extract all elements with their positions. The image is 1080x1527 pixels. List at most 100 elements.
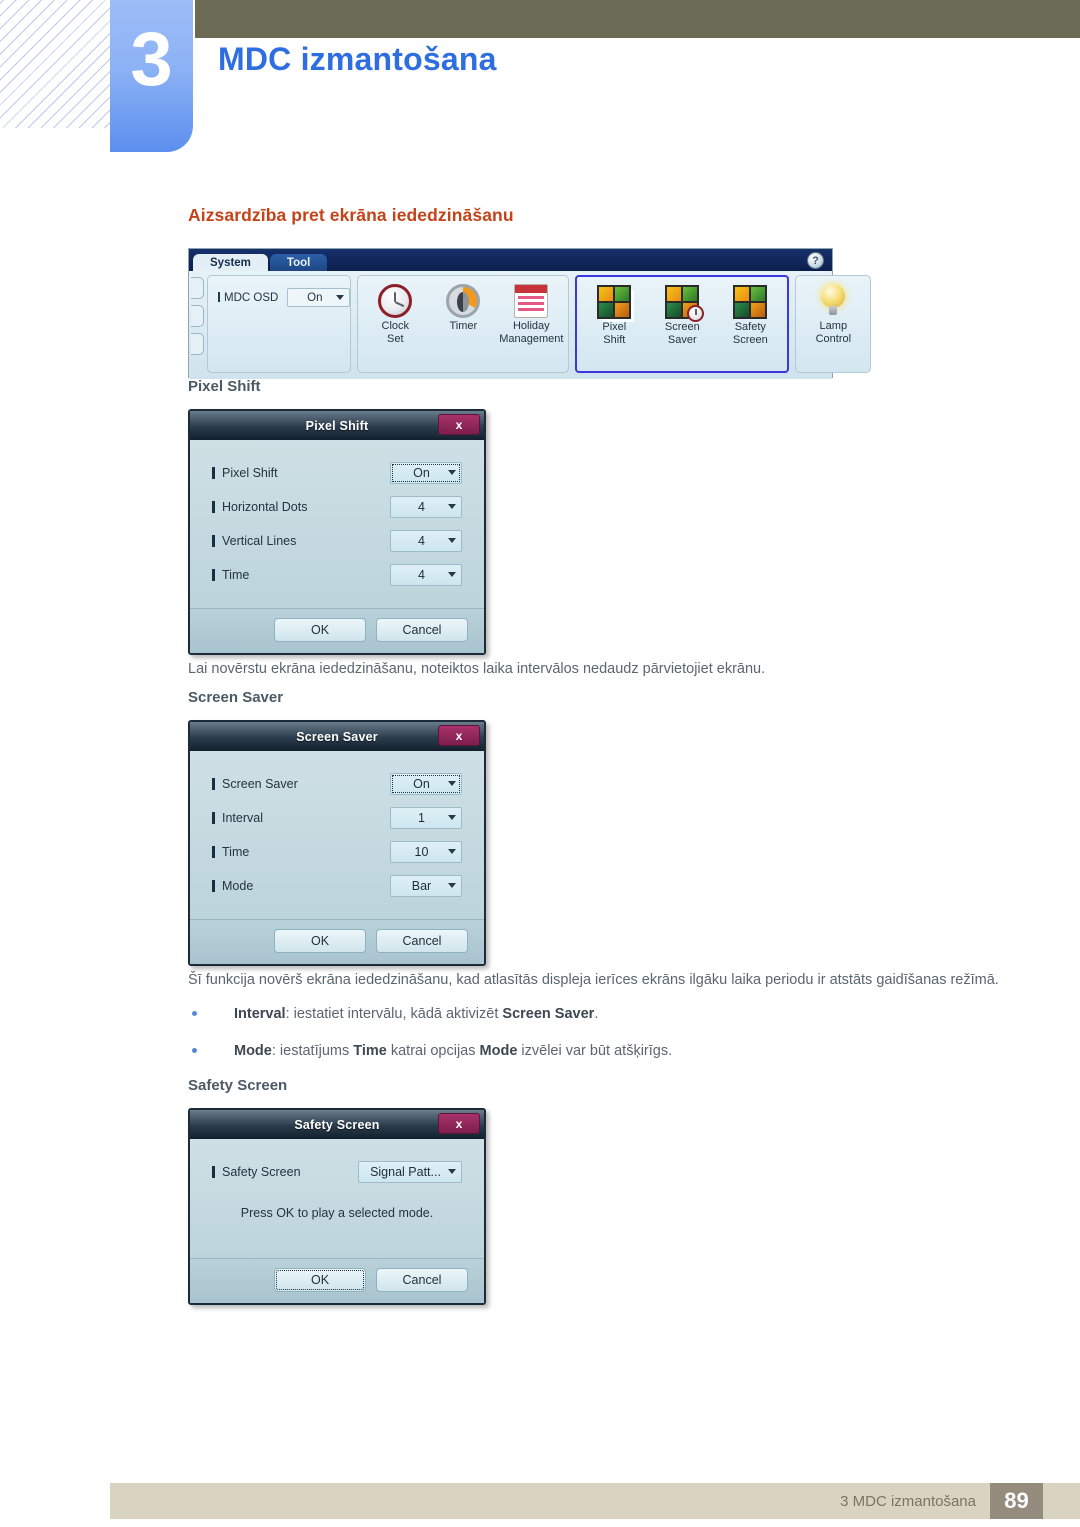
toolbar-item-label: Timer xyxy=(449,320,478,332)
paragraph-screen-saver: Šī funkcija novērš ekrāna iededzināšanu,… xyxy=(188,972,999,989)
chevron-down-icon xyxy=(448,504,456,509)
row-pixel-shift: Pixel Shift On xyxy=(212,460,462,485)
header-olive-bar xyxy=(195,0,1080,38)
chevron-down-icon xyxy=(448,470,456,475)
toolbar-item-screen-saver[interactable]: Screen Saver xyxy=(649,282,715,346)
dialog-title: Safety Screen xyxy=(294,1117,380,1132)
mdc-osd-row: MDC OSD On xyxy=(218,288,351,307)
bullet-text-interval: Interval: iestatiet intervālu, kādā akti… xyxy=(234,1005,599,1022)
toolbar-item-timer[interactable]: Timer xyxy=(430,281,496,333)
chevron-down-icon xyxy=(448,1169,456,1175)
group-lamp-control: Lamp Control xyxy=(795,275,872,373)
dropdown-value: On xyxy=(413,465,430,480)
clock-overlay-icon xyxy=(687,305,705,322)
dropdown-screen-saver[interactable]: On xyxy=(390,772,462,795)
dropdown-time[interactable]: 4 xyxy=(390,563,462,586)
bullet-text-mode: Mode: iestatījums Time katrai opcijas Mo… xyxy=(234,1043,673,1059)
field-label: Vertical Lines xyxy=(212,534,296,548)
dropdown-value: 4 xyxy=(418,499,425,514)
dropdown-vertical-lines[interactable]: 4 xyxy=(390,529,462,552)
dropdown-value: 1 xyxy=(418,810,425,825)
toolbar-item-label: Pixel Shift xyxy=(602,321,627,346)
dialog-titlebar: Safety Screen x xyxy=(190,1110,484,1140)
lamp-icons: Lamp Control xyxy=(796,276,870,345)
subheading-screen-saver: Screen Saver xyxy=(188,689,284,707)
page-footer: 3 MDC izmantošana 89 xyxy=(110,1483,1080,1519)
dialog-footer: OK Cancel xyxy=(190,919,484,965)
clipped-left-panel xyxy=(191,277,204,365)
clock-icon xyxy=(378,284,413,318)
dialog-footer: OK Cancel xyxy=(190,608,484,653)
dropdown-value: 4 xyxy=(418,567,425,582)
row-safety-screen: Safety Screen Signal Patt... xyxy=(212,1159,462,1184)
mdc-titlebar: System Tool ? xyxy=(189,249,832,273)
ok-button[interactable]: OK xyxy=(274,1268,366,1293)
dialog-body: Screen Saver On Interval 1 Time 10 Mode … xyxy=(190,751,484,920)
dialog-pixel-shift: Pixel Shift x Pixel Shift On Horizontal … xyxy=(188,409,486,655)
close-icon[interactable]: x xyxy=(438,725,480,747)
screen-protection-icons: Pixel Shift Screen Saver Safety Screen xyxy=(577,277,787,346)
chevron-down-icon xyxy=(448,572,456,577)
dialog-body: Safety Screen Signal Patt... Press OK to… xyxy=(190,1139,484,1259)
field-label: Horizontal Dots xyxy=(212,500,307,514)
list-item: Interval: iestatiet intervālu, kādā akti… xyxy=(188,1003,1016,1025)
close-icon[interactable]: x xyxy=(438,1113,480,1135)
toolbar-item-clock-set[interactable]: Clock Set xyxy=(362,281,428,345)
chevron-down-icon xyxy=(336,295,345,300)
toolbar-item-label: Screen Saver xyxy=(664,321,700,346)
chevron-down-icon xyxy=(448,781,456,787)
row-time: Time 10 xyxy=(212,839,462,864)
ok-button[interactable]: OK xyxy=(274,618,366,642)
subheading-safety-screen: Safety Screen xyxy=(188,1077,288,1095)
paragraph-pixel-shift: Lai novērstu ekrāna iededzināšanu, notei… xyxy=(188,661,766,677)
mdc-toolbar-screenshot: System Tool ? MDC OSD On Clock Set Timer… xyxy=(188,248,872,379)
cancel-button[interactable]: Cancel xyxy=(376,929,468,954)
close-icon[interactable]: x xyxy=(438,414,480,435)
dropdown-value: Signal Patt... xyxy=(370,1164,441,1179)
field-label: Mode xyxy=(212,879,253,893)
dropdown-value: Bar xyxy=(411,878,432,893)
list-item: Mode: iestatījums Time katrai opcijas Mo… xyxy=(188,1040,1016,1062)
chevron-down-icon xyxy=(448,815,456,821)
toolbar-item-label: Holiday Management xyxy=(499,320,564,345)
dropdown-pixel-shift[interactable]: On xyxy=(390,461,462,484)
row-horizontal-dots: Horizontal Dots 4 xyxy=(212,494,462,519)
dialog-titlebar: Screen Saver x xyxy=(190,722,484,752)
toolbar-item-lamp-control[interactable]: Lamp Control xyxy=(800,281,866,345)
group-screen-protection-selected: Pixel Shift Screen Saver Safety Screen xyxy=(575,275,790,373)
cancel-button[interactable]: Cancel xyxy=(376,1268,468,1293)
row-mode: Mode Bar xyxy=(212,873,462,898)
cancel-button[interactable]: Cancel xyxy=(376,618,468,642)
toolbar-item-safety-screen[interactable]: Safety Screen xyxy=(717,282,783,346)
mdc-osd-dropdown[interactable]: On xyxy=(287,288,351,307)
group-time-tools: Clock Set Timer Holiday Management xyxy=(357,275,570,373)
screen-saver-icon xyxy=(665,285,705,322)
field-label: Screen Saver xyxy=(212,777,298,791)
chapter-title: MDC izmantošana xyxy=(218,41,497,77)
time-tool-icons: Clock Set Timer Holiday Management xyxy=(358,276,568,345)
toolbar-item-label: Lamp Control xyxy=(815,320,852,345)
dropdown-horizontal-dots[interactable]: 4 xyxy=(390,495,462,518)
pixel-shift-icon xyxy=(597,285,632,319)
dropdown-mode[interactable]: Bar xyxy=(390,874,462,897)
toolbar-item-holiday-management[interactable]: Holiday Management xyxy=(498,281,564,345)
dropdown-time[interactable]: 10 xyxy=(390,840,462,863)
chevron-down-icon xyxy=(448,538,456,543)
help-icon[interactable]: ? xyxy=(807,252,824,269)
dropdown-interval[interactable]: 1 xyxy=(390,806,462,829)
dialog-screen-saver: Screen Saver x Screen Saver On Interval … xyxy=(188,720,486,967)
toolbar-item-label: Clock Set xyxy=(381,320,410,345)
toolbar-item-pixel-shift[interactable]: Pixel Shift xyxy=(581,282,647,346)
dropdown-safety-screen[interactable]: Signal Patt... xyxy=(358,1160,462,1183)
chevron-down-icon xyxy=(448,883,456,889)
chevron-down-icon xyxy=(448,849,456,855)
bullet-list-screen-saver: Interval: iestatiet intervālu, kādā akti… xyxy=(188,1003,1016,1063)
group-mdc-osd: MDC OSD On xyxy=(207,275,352,373)
dialog-titlebar: Pixel Shift x xyxy=(190,411,484,440)
page-number: 89 xyxy=(990,1483,1043,1519)
row-interval: Interval 1 xyxy=(212,805,462,830)
chapter-number-badge: 3 xyxy=(110,0,193,152)
dialog-safety-screen: Safety Screen x Safety Screen Signal Pat… xyxy=(188,1108,486,1306)
lamp-icon xyxy=(816,284,850,318)
ok-button[interactable]: OK xyxy=(274,929,366,954)
